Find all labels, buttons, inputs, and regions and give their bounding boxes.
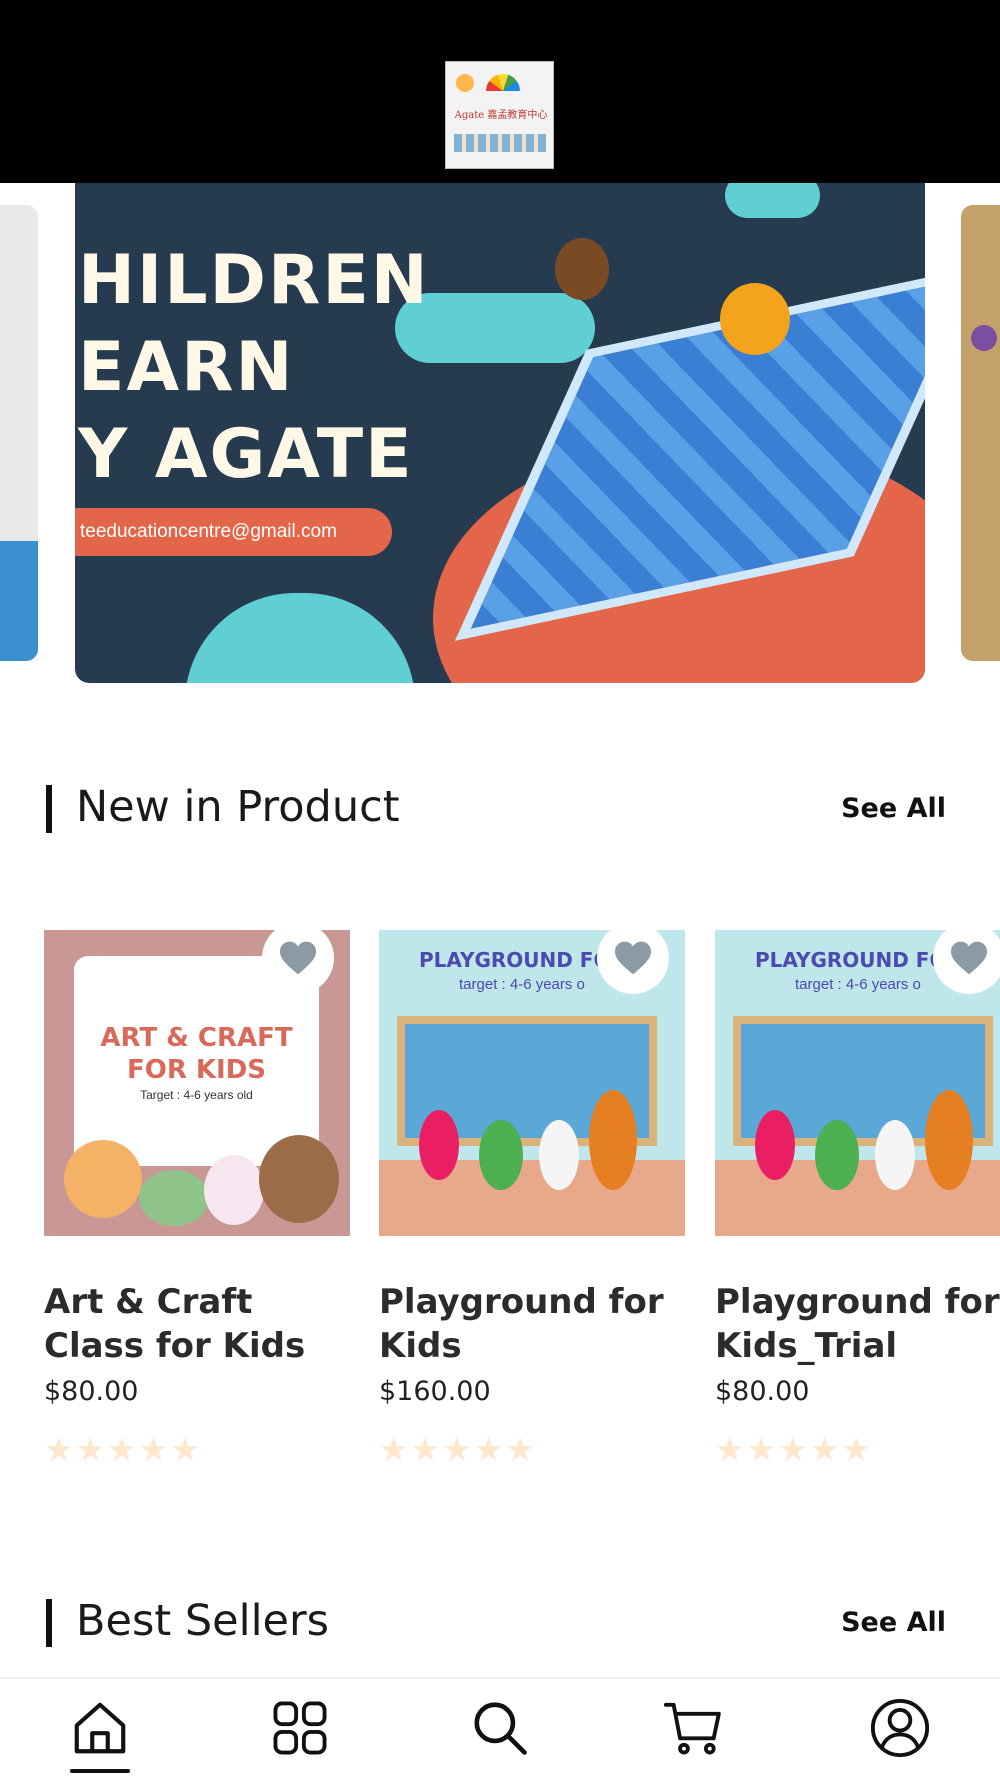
cloud-graphic	[725, 183, 820, 218]
product-card[interactable]: ART & CRAFT FOR KIDS Target : 4-6 years …	[44, 930, 350, 1469]
section-header-new-in-product: New in Product See All	[46, 779, 946, 839]
product-card[interactable]: PLAYGROUND FO target : 4-6 years o Playg…	[715, 930, 1000, 1469]
cart-icon	[663, 1702, 721, 1755]
poster-subtitle: target : 4-6 years o	[795, 976, 921, 993]
section-title: New in Product	[76, 782, 400, 832]
nav-profile[interactable]	[865, 1693, 935, 1763]
teacher-illustration	[925, 1090, 973, 1190]
product-image[interactable]: PLAYGROUND FO target : 4-6 years o	[379, 930, 685, 1236]
nav-search[interactable]	[465, 1693, 535, 1763]
product-name[interactable]: Playground for Kids_Trial	[715, 1280, 1000, 1368]
product-image[interactable]: PLAYGROUND FO target : 4-6 years o	[715, 930, 1000, 1236]
product-price: $80.00	[44, 1376, 139, 1407]
logo-sun-graphic	[456, 74, 474, 92]
logo-children-graphic	[454, 134, 546, 152]
teacher-illustration	[589, 1090, 637, 1190]
see-all-link[interactable]: See All	[841, 1605, 946, 1641]
product-price: $80.00	[715, 1376, 810, 1407]
product-name[interactable]: Art & Craft Class for Kids	[44, 1280, 350, 1368]
slide-image-flower	[971, 325, 997, 351]
nav-cart[interactable]	[658, 1693, 728, 1763]
bottom-navigation	[0, 1679, 1000, 1778]
nav-home[interactable]	[65, 1693, 135, 1763]
heart-icon	[951, 941, 987, 975]
child-illustration	[755, 1110, 795, 1180]
product-price: $160.00	[379, 1376, 491, 1407]
carousel-prev-slide[interactable]	[0, 205, 38, 661]
child-illustration	[419, 1110, 459, 1180]
poster-subtitle: Target : 4-6 years old	[140, 1088, 253, 1102]
brand-logo[interactable]: Agate 嘉孟教育中心	[445, 61, 554, 169]
banner-headline-line: HILDREN	[78, 241, 430, 320]
product-image[interactable]: ART & CRAFT FOR KIDS Target : 4-6 years …	[44, 930, 350, 1236]
poster-title: PLAYGROUND FO	[419, 948, 611, 972]
heart-icon	[280, 941, 316, 975]
lion-illustration	[64, 1140, 142, 1218]
rating-stars: ★★★★★	[715, 1431, 873, 1468]
see-all-link[interactable]: See All	[841, 791, 946, 827]
rating-stars: ★★★★★	[44, 1431, 202, 1468]
product-card[interactable]: PLAYGROUND FO target : 4-6 years o Playg…	[379, 930, 685, 1469]
favorite-button[interactable]	[262, 930, 334, 994]
heart-icon	[615, 941, 651, 975]
banner-headline-line: Y AGATE	[78, 415, 414, 494]
favorite-button[interactable]	[597, 930, 669, 994]
slide-image-water	[0, 541, 38, 661]
child-illustration	[720, 283, 790, 355]
bunny-illustration	[204, 1155, 264, 1225]
logo-text: Agate 嘉孟教育中心	[454, 110, 548, 121]
app-header: Agate 嘉孟教育中心	[0, 0, 1000, 183]
home-icon	[74, 1702, 126, 1754]
section-title: Best Sellers	[76, 1596, 330, 1646]
carousel-current-slide[interactable]: HILDREN EARN Y AGATE teeducationcentre@g…	[75, 183, 925, 683]
child-illustration	[875, 1120, 915, 1190]
child-illustration	[539, 1120, 579, 1190]
active-tab-indicator	[70, 1769, 130, 1773]
child-illustration	[479, 1120, 523, 1190]
nav-categories[interactable]	[265, 1693, 335, 1763]
section-accent-bar	[46, 785, 52, 833]
section-header-best-sellers: Best Sellers See All	[46, 1593, 946, 1653]
cloud-graphic	[185, 593, 415, 683]
carousel-next-slide[interactable]	[961, 205, 1000, 661]
poster-title: ART & CRAFT FOR KIDS	[100, 1023, 293, 1085]
banner-email-pill: teeducationcentre@gmail.com	[75, 508, 392, 556]
section-accent-bar	[46, 1599, 52, 1647]
profile-icon	[870, 1698, 930, 1758]
banner-headline-line: EARN	[78, 328, 295, 407]
favorite-button[interactable]	[933, 930, 1000, 994]
bear-illustration	[259, 1135, 339, 1223]
rating-stars: ★★★★★	[379, 1431, 537, 1468]
frog-illustration	[139, 1170, 209, 1226]
poster-title: PLAYGROUND FO	[755, 948, 947, 972]
poster-subtitle: target : 4-6 years o	[459, 976, 585, 993]
logo-rainbow-graphic	[486, 74, 520, 91]
categories-icon	[273, 1701, 327, 1755]
child-illustration	[815, 1120, 859, 1190]
search-icon	[474, 1702, 527, 1755]
product-name[interactable]: Playground for Kids	[379, 1280, 685, 1368]
child-illustration	[555, 238, 609, 300]
